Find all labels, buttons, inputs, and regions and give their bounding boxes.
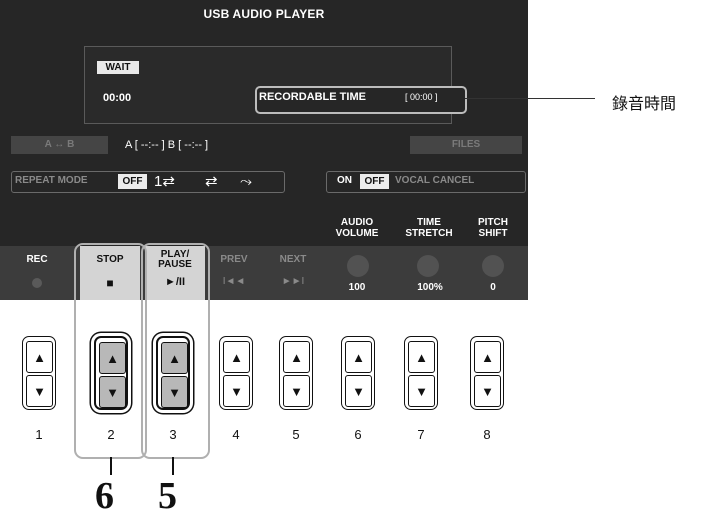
recordable-time-value: [ 00:00 ] (405, 92, 438, 102)
down-button-7[interactable]: ▼ (408, 375, 435, 407)
up-button-8[interactable]: ▲ (474, 341, 501, 373)
next-icon: ►►I (281, 276, 305, 287)
callout-leader-line (465, 98, 595, 99)
pitch-shift-value: 0 (490, 282, 496, 293)
down-button-4[interactable]: ▼ (223, 375, 250, 407)
hardware-button-4[interactable]: ▲ ▼ (219, 336, 253, 410)
pitch-shift-label-line2: SHIFT (478, 228, 508, 239)
recording-time-callout: 錄音時間 (612, 96, 677, 113)
step-5-leader-line (172, 457, 174, 475)
button-number-5: 5 (292, 427, 300, 442)
button-number-2: 2 (107, 427, 115, 442)
button-number-8: 8 (483, 427, 491, 442)
repeat-mode-label: REPEAT MODE (15, 175, 88, 186)
prev-icon: I◄◄ (222, 276, 246, 287)
rec-dot-icon (32, 278, 42, 288)
button-number-7: 7 (417, 427, 425, 442)
down-button-2[interactable]: ▼ (99, 376, 126, 408)
vocal-cancel-label: VOCAL CANCEL (395, 175, 475, 186)
up-button-3[interactable]: ▲ (161, 342, 188, 374)
up-button-4[interactable]: ▲ (223, 341, 250, 373)
time-stretch-value: 100% (417, 282, 443, 293)
hardware-button-8[interactable]: ▲ ▼ (470, 336, 504, 410)
button-number-1: 1 (35, 427, 43, 442)
hardware-button-1[interactable]: ▲ ▼ (22, 336, 56, 410)
screen-title: USB AUDIO PLAYER (203, 7, 325, 21)
step-number-stop: 6 (95, 475, 114, 517)
audio-volume-knob-icon[interactable] (347, 255, 369, 277)
hardware-button-5[interactable]: ▲ ▼ (279, 336, 313, 410)
ab-repeat-button[interactable]: A ↔ B (11, 136, 108, 154)
status-badge: WAIT (97, 61, 139, 74)
audio-volume-label-line1: AUDIO (340, 217, 374, 228)
down-button-8[interactable]: ▼ (474, 375, 501, 407)
audio-volume-label: AUDIO VOLUME (331, 217, 383, 239)
time-counter: 00:00 (103, 92, 132, 104)
audio-volume-value: 100 (348, 282, 366, 293)
repeat-off-option[interactable]: OFF (118, 174, 147, 189)
button-number-4: 4 (232, 427, 240, 442)
pitch-shift-label: PITCH SHIFT (466, 217, 520, 239)
time-stretch-knob-icon[interactable] (417, 255, 439, 277)
up-button-6[interactable]: ▲ (345, 341, 372, 373)
down-button-5[interactable]: ▼ (283, 375, 310, 407)
recordable-time-label: RECORDABLE TIME (259, 91, 366, 103)
down-button-3[interactable]: ▼ (161, 376, 188, 408)
time-stretch-label-line1: TIME (417, 217, 441, 228)
down-button-6[interactable]: ▼ (345, 375, 372, 407)
up-button-7[interactable]: ▲ (408, 341, 435, 373)
time-stretch-label: TIME STRETCH (397, 217, 461, 239)
single-repeat-icon[interactable]: 1⇄ (154, 174, 175, 189)
down-button-1[interactable]: ▼ (26, 375, 53, 407)
rec-softkey[interactable]: REC (12, 255, 62, 265)
vocal-cancel-off[interactable]: OFF (360, 174, 389, 189)
button-number-6: 6 (354, 427, 362, 442)
vocal-cancel-on[interactable]: ON (337, 175, 352, 186)
random-icon[interactable]: ⤳ (240, 174, 252, 189)
hardware-button-7[interactable]: ▲ ▼ (404, 336, 438, 410)
hardware-button-2[interactable]: ▲ ▼ (94, 336, 128, 410)
step-6-leader-line (110, 457, 112, 475)
next-softkey[interactable]: NEXT (268, 255, 318, 265)
up-button-2[interactable]: ▲ (99, 342, 126, 374)
up-button-1[interactable]: ▲ (26, 341, 53, 373)
all-repeat-icon[interactable]: ⇄ (205, 174, 218, 189)
step-number-play: 5 (158, 475, 177, 517)
prev-softkey[interactable]: PREV (209, 255, 259, 265)
ab-points: A [ --:-- ] B [ --:-- ] (125, 139, 209, 151)
pitch-shift-knob-icon[interactable] (482, 255, 504, 277)
time-stretch-label-line2: STRETCH (405, 228, 453, 239)
audio-volume-label-line2: VOLUME (335, 228, 379, 239)
hardware-button-6[interactable]: ▲ ▼ (341, 336, 375, 410)
files-button[interactable]: FILES (410, 136, 522, 154)
button-number-3: 3 (169, 427, 177, 442)
hardware-button-3[interactable]: ▲ ▼ (156, 336, 190, 410)
up-button-5[interactable]: ▲ (283, 341, 310, 373)
pitch-shift-label-line1: PITCH (478, 217, 508, 228)
